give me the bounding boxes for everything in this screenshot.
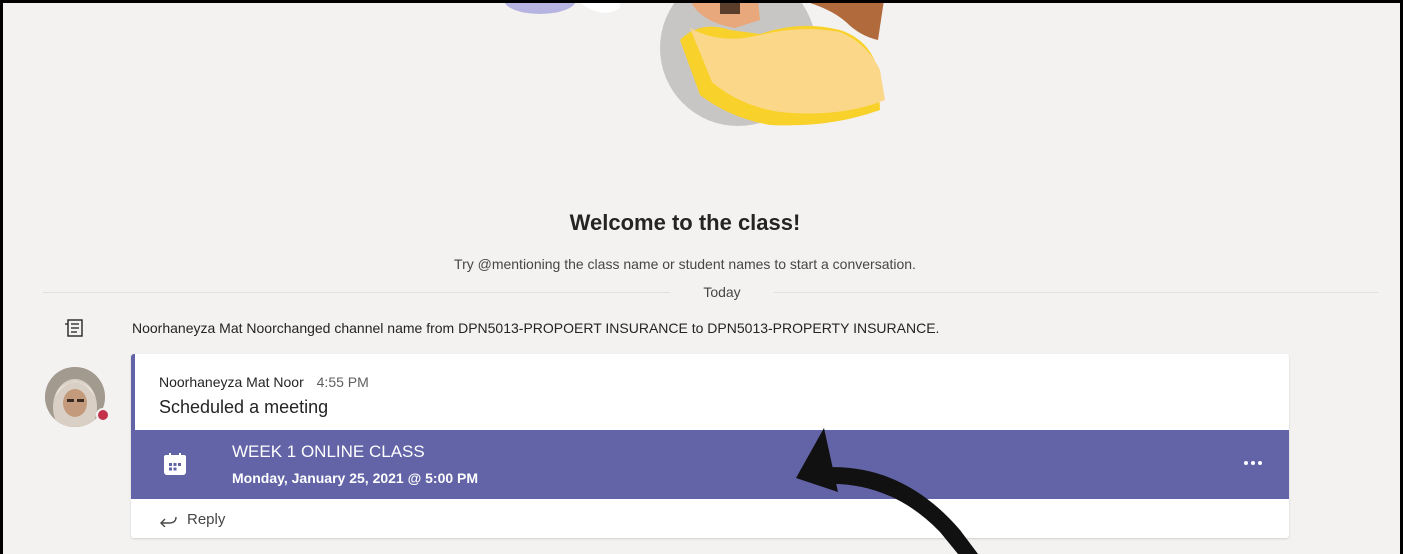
channel-rename-icon: [65, 319, 83, 337]
meeting-title[interactable]: WEEK 1 ONLINE CLASS: [232, 442, 425, 462]
message-timestamp: 4:55 PM: [316, 374, 369, 390]
date-divider-label: Today: [670, 284, 774, 300]
annotation-arrow: [796, 428, 978, 554]
system-event-text: changed channel name from DPN5013-PROPOE…: [276, 320, 940, 336]
reply-button[interactable]: Reply: [159, 511, 225, 528]
message-body: Scheduled a meeting: [159, 397, 329, 417]
system-event-actor[interactable]: Noorhaneyza Mat Noor: [132, 320, 277, 336]
welcome-title: Welcome to the class!: [569, 210, 801, 235]
meeting-datetime: Monday, January 25, 2021 @ 5:00 PM: [232, 470, 479, 486]
welcome-subtitle: Try @mentioning the class name or studen…: [454, 256, 916, 272]
message-accent-bar: [131, 354, 135, 431]
more-options-icon: [1244, 461, 1262, 465]
more-options-button[interactable]: [1239, 449, 1267, 477]
message-author[interactable]: Noorhaneyza Mat Noor: [159, 374, 304, 390]
presence-busy-indicator: [96, 408, 110, 422]
calendar-icon: [164, 453, 186, 475]
system-event-row: Noorhaneyza Mat Noor changed channel nam…: [64, 318, 1384, 338]
welcome-illustration: [504, 0, 885, 126]
reply-arrow-icon: [160, 516, 177, 527]
message-header: Noorhaneyza Mat Noor 4:55 PM: [159, 374, 369, 390]
reply-label: Reply: [187, 511, 226, 528]
